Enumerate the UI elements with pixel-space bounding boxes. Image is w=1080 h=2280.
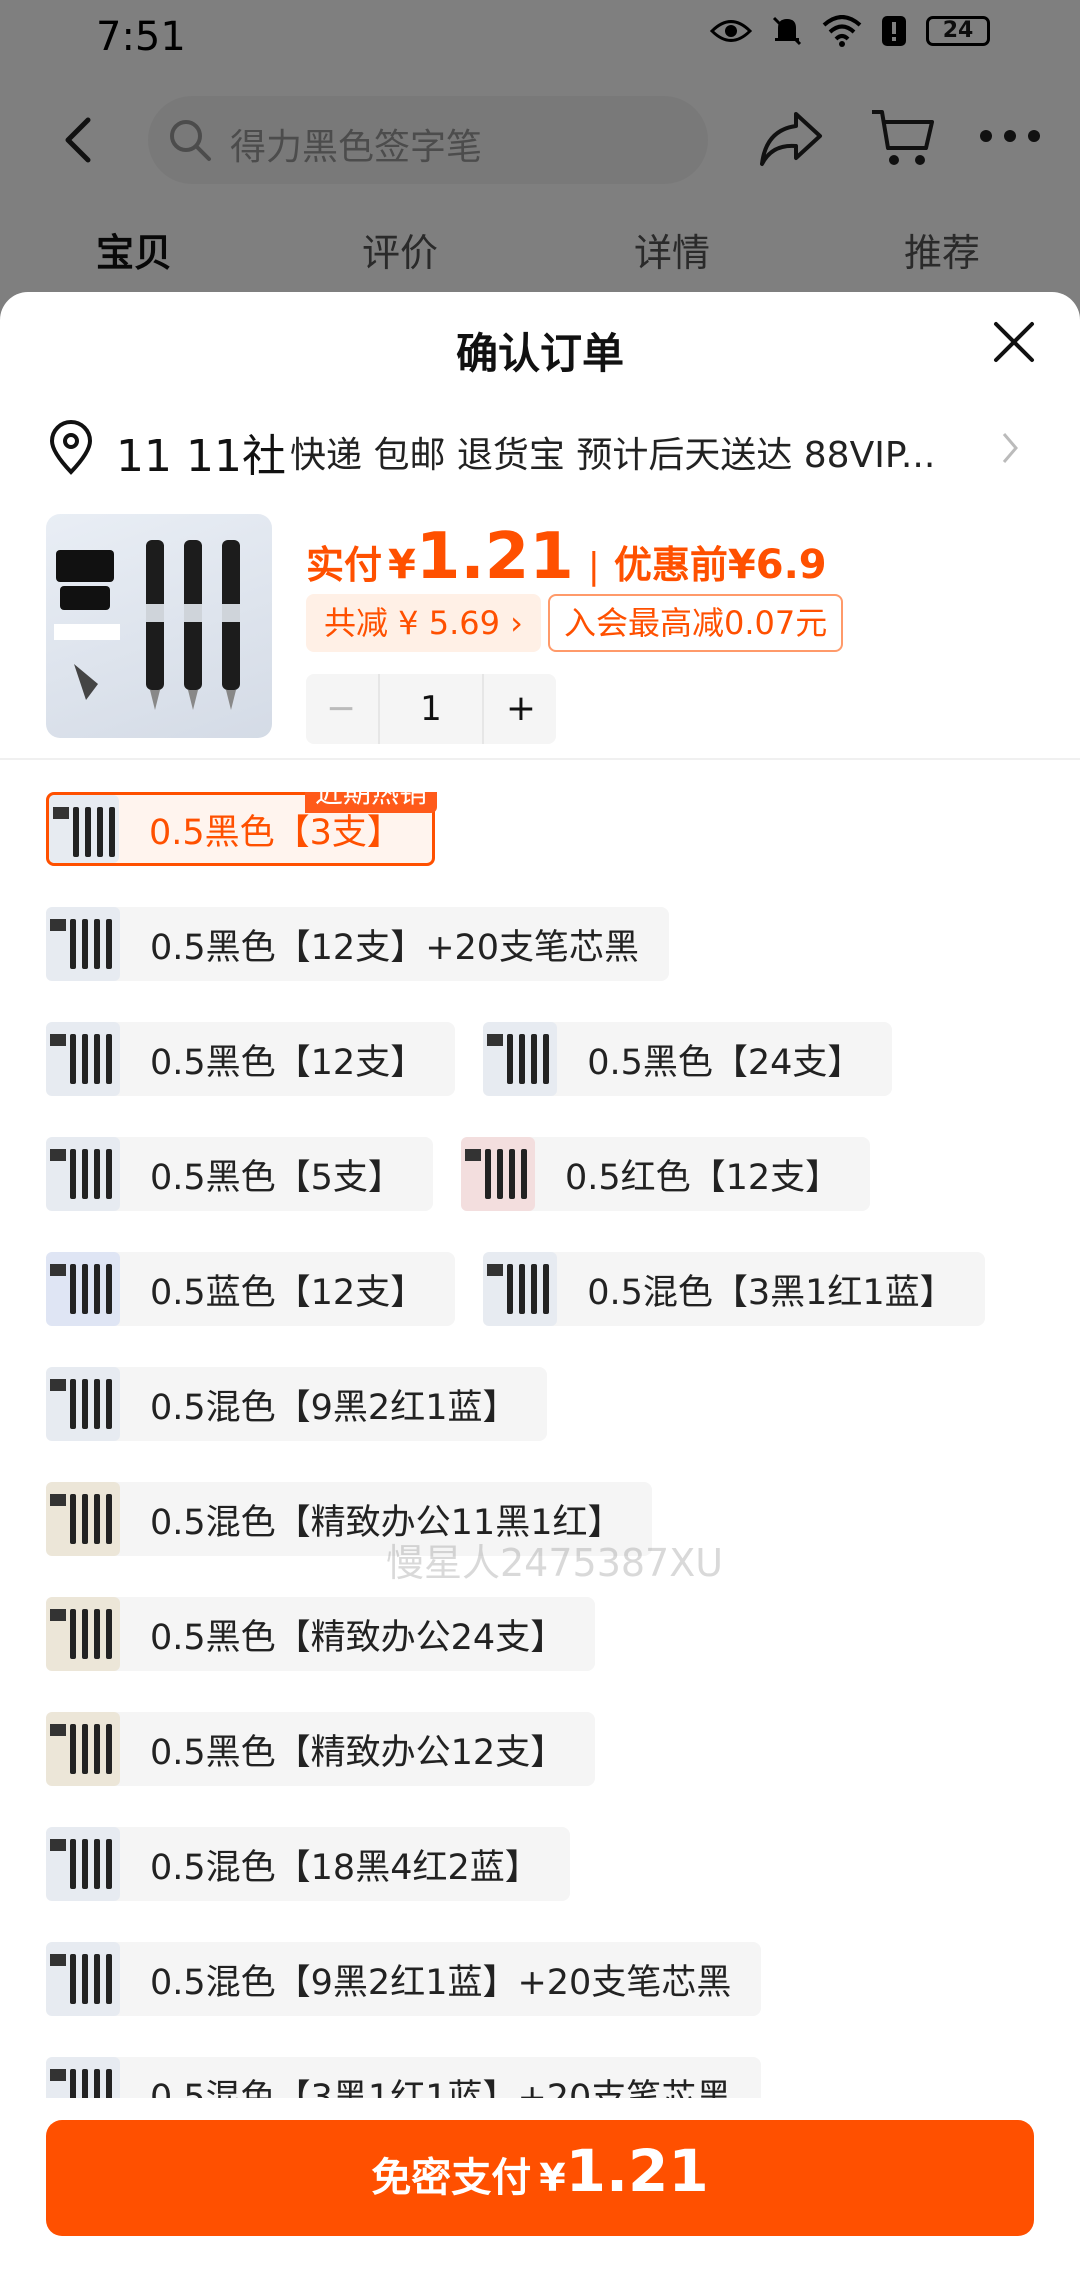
dim-overlay[interactable]: [0, 0, 1080, 320]
price-separator: |: [587, 546, 600, 587]
variant-thumbnail: [46, 1712, 120, 1786]
variant-option[interactable]: 0.5蓝色【12支】: [46, 1252, 456, 1326]
variant-option[interactable]: 0.5黑色【精致办公24支】: [46, 1597, 596, 1671]
delivery-info: 快递 包邮 退货宝 预计后天送达 88VIP...: [290, 435, 936, 476]
divider: [0, 758, 1080, 760]
close-icon[interactable]: [990, 318, 1038, 366]
variant-option[interactable]: 0.5黑色【5支】: [46, 1137, 433, 1211]
variant-option-selected[interactable]: 0.5黑色【3支】 近期热销: [46, 792, 438, 866]
quantity-value[interactable]: 1: [378, 674, 484, 744]
chevron-right-icon: [1002, 433, 1018, 463]
variant-thumbnail: [46, 2057, 120, 2098]
variant-label: 0.5混色【9黑2红1蓝】+20支笔芯黑: [150, 1962, 732, 2003]
variant-label: 0.5黑色【12支】: [150, 1042, 426, 1083]
variant-label: 0.5蓝色【12支】: [150, 1272, 426, 1313]
pay-button[interactable]: 免密支付 ¥1.21: [46, 2120, 1034, 2236]
variant-label: 0.5黑色【5支】: [150, 1157, 403, 1198]
quantity-increase-button[interactable]: +: [486, 674, 556, 744]
product-page-background: 7:51 24 得力黑色签字笔 宝贝 评价 详情 推荐: [0, 0, 1080, 320]
pay-currency: ¥: [539, 2156, 566, 2200]
variant-option[interactable]: 0.5混色【18黑4红2蓝】: [46, 1827, 570, 1901]
variant-option[interactable]: 0.5黑色【12支】: [46, 1022, 456, 1096]
variant-label: 0.5黑色【24支】: [587, 1042, 863, 1083]
variant-label: 0.5红色【12支】: [564, 1157, 841, 1198]
hot-sale-badge: 近期热销: [305, 792, 438, 813]
variant-option[interactable]: 0.5红色【12支】: [460, 1137, 871, 1211]
variant-thumbnail: [46, 1597, 120, 1671]
watermark: 慢星人2475387XU: [386, 1541, 724, 1585]
member-discount-chip[interactable]: 入会最高减0.07元: [548, 594, 844, 652]
discount-chip[interactable]: 共减 ¥ 5.69 ›: [306, 594, 541, 652]
paid-label: 实付: [306, 543, 383, 587]
variant-thumbnail: [460, 1137, 535, 1211]
variant-label: 0.5黑色【12支】+20支笔芯黑: [150, 927, 640, 968]
variant-thumbnail: [46, 1137, 120, 1211]
variant-option[interactable]: 0.5黑色【精致办公12支】: [46, 1712, 596, 1786]
pen-pack-image: [54, 540, 240, 710]
variant-option[interactable]: 0.5黑色【24支】: [483, 1022, 893, 1096]
variant-label: 0.5混色【18黑4红2蓝】: [150, 1847, 540, 1888]
pay-amount: 1.21: [565, 2137, 709, 2205]
address-name: 11 11社: [116, 431, 286, 482]
variant-option[interactable]: 0.5混色【3黑1红1蓝】+20支笔芯黑: [46, 2057, 762, 2099]
pay-label: 免密支付: [371, 2155, 532, 2201]
location-pin-icon: [49, 420, 93, 475]
variant-label: 0.5混色【3黑1红1蓝】+20支笔芯黑: [150, 2077, 732, 2099]
variant-thumbnail: [49, 795, 119, 863]
variant-thumbnail: [46, 1022, 120, 1096]
variant-option[interactable]: 0.5混色【9黑2红1蓝】+20支笔芯黑: [46, 1942, 762, 2016]
variant-list: 0.5黑色【3支】 近期热销 0.5黑色【12支】+20支笔芯黑 0.5黑色【1…: [46, 792, 1046, 2098]
price-summary: 实付 ¥1.21 | 优惠前¥6.9: [306, 520, 827, 594]
variant-thumbnail: [46, 1482, 120, 1556]
quantity-stepper: − 1 +: [306, 674, 556, 744]
product-thumbnail: [46, 514, 272, 738]
quantity-decrease-button[interactable]: −: [306, 674, 376, 744]
variant-option[interactable]: 0.5混色【3黑1红1蓝】: [483, 1252, 985, 1326]
variant-label: 0.5黑色【精致办公24支】: [150, 1617, 566, 1658]
sheet-title: 确认订单: [455, 329, 624, 378]
variant-label: 0.5混色【3黑1红1蓝】: [587, 1272, 955, 1313]
variant-label: 0.5黑色【精致办公12支】: [150, 1732, 566, 1773]
paid-amount: 1.21: [415, 520, 574, 594]
variant-thumbnail: [46, 1252, 120, 1326]
variant-option[interactable]: 0.5混色【9黑2红1蓝】: [46, 1367, 548, 1441]
address-row[interactable]: 11 11社 快递 包邮 退货宝 预计后天送达 88VIP...: [46, 412, 1036, 482]
before-discount-label: 优惠前: [613, 543, 728, 587]
variant-thumbnail: [46, 1367, 120, 1441]
before-discount-amount: ¥6.9: [727, 542, 827, 588]
variant-thumbnail: [483, 1022, 558, 1096]
variant-option[interactable]: 0.5黑色【12支】+20支笔芯黑: [46, 907, 670, 981]
variant-thumbnail: [483, 1252, 558, 1326]
variant-thumbnail: [46, 907, 120, 981]
paid-currency: ¥: [388, 542, 416, 588]
variant-thumbnail: [46, 1827, 120, 1901]
order-confirm-sheet: 确认订单 11 11社 快递 包邮 退货宝 预计后天送达 88VIP... 实付…: [0, 292, 1080, 2280]
variant-label: 0.5混色【9黑2红1蓝】: [150, 1387, 518, 1428]
variant-thumbnail: [46, 1942, 120, 2016]
